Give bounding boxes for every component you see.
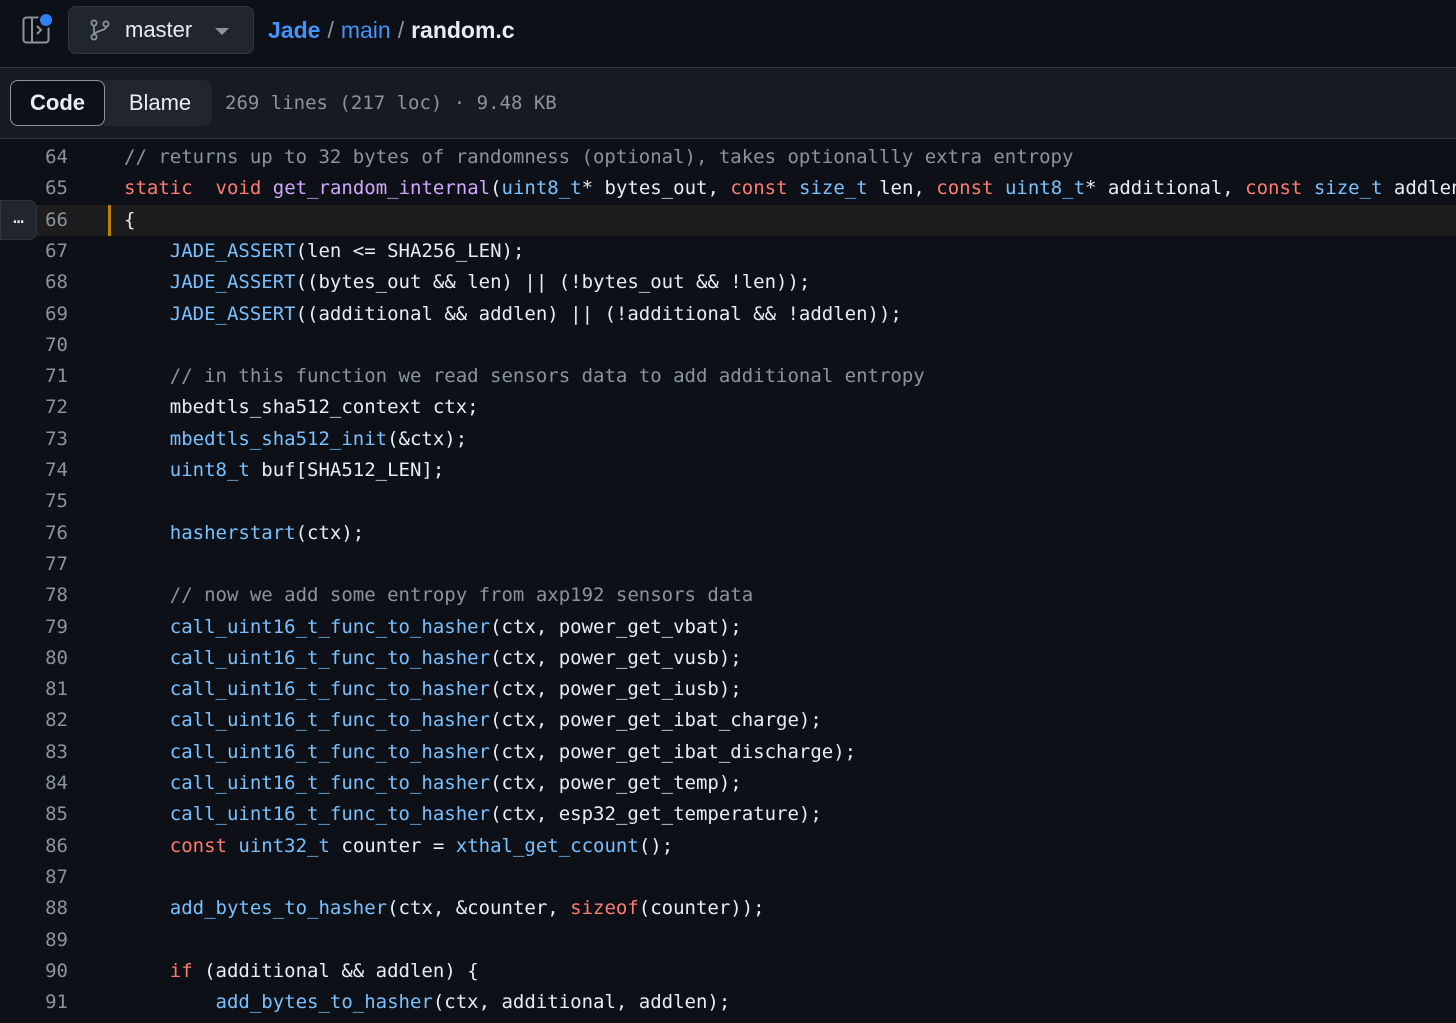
line-source: const uint32_t counter = xthal_get_ccoun…: [169, 834, 674, 857]
line-number[interactable]: 81: [0, 674, 68, 705]
code-line: 82 call_uint16_t_func_to_hasher(ctx, pow…: [0, 705, 1456, 736]
code-line: 90 if (additional && addlen) {: [0, 956, 1456, 987]
line-source: // returns up to 32 bytes of randomness …: [124, 146, 1074, 168]
code-line: 78 // now we add some entropy from axp19…: [0, 580, 1456, 611]
line-source: call_uint16_t_func_to_hasher(ctx, power_…: [169, 772, 742, 794]
line-source: call_uint16_t_func_to_hasher(ctx, power_…: [169, 615, 742, 638]
chevron-down-icon: [215, 28, 229, 35]
line-number[interactable]: 76: [0, 518, 68, 549]
tab-code[interactable]: Code: [10, 80, 105, 126]
line-source: mbedtls_sha512_context ctx;: [124, 396, 479, 419]
breadcrumb-repo-link[interactable]: Jade: [268, 17, 320, 43]
code-line: 76 hasherstart(ctx);: [0, 518, 1456, 549]
code-line: 77: [0, 549, 1456, 580]
code-line: 75: [0, 486, 1456, 517]
line-source: JADE_ASSERT((additional && addlen) || (!…: [169, 302, 902, 325]
code-line: 72 mbedtls_sha512_context ctx;: [0, 392, 1456, 423]
file-toolbar: Code Blame 269 lines (217 loc) · 9.48 KB: [0, 68, 1456, 139]
line-source: // in this function we read sensors data…: [169, 365, 925, 388]
line-source: call_uint16_t_func_to_hasher(ctx, power_…: [169, 740, 857, 763]
line-highlight-marker: [108, 204, 111, 236]
line-source: if (additional && addlen) {: [169, 959, 479, 982]
code-line: 68 JADE_ASSERT((bytes_out && len) || (!b…: [0, 267, 1456, 298]
code-line: 85 call_uint16_t_func_to_hasher(ctx, esp…: [0, 799, 1456, 830]
line-number[interactable]: 86: [0, 831, 68, 862]
line-number[interactable]: 88: [0, 893, 68, 924]
branch-selector-button[interactable]: master: [68, 6, 254, 54]
line-number[interactable]: 78: [0, 580, 68, 611]
line-number[interactable]: 69: [0, 299, 68, 330]
code-line: 84 call_uint16_t_func_to_hasher(ctx, pow…: [0, 768, 1456, 799]
line-source: mbedtls_sha512_init(&ctx);: [169, 427, 468, 450]
line-number[interactable]: 73: [0, 424, 68, 455]
code-line: 86 const uint32_t counter = xthal_get_cc…: [0, 831, 1456, 862]
line-source: add_bytes_to_hasher(ctx, &counter, sizeo…: [169, 897, 765, 920]
breadcrumb-current-file: random.c: [411, 17, 515, 43]
breadcrumb: Jade / main / random.c: [268, 14, 515, 46]
line-source: {: [124, 208, 136, 231]
code-line: 88 add_bytes_to_hasher(ctx, &counter, si…: [0, 893, 1456, 924]
line-number[interactable]: 90: [0, 956, 68, 987]
tab-blame[interactable]: Blame: [110, 80, 210, 126]
line-source: JADE_ASSERT((bytes_out && len) || (!byte…: [169, 271, 811, 294]
line-number[interactable]: 74: [0, 455, 68, 486]
code-line: 91 add_bytes_to_hasher(ctx, additional, …: [0, 987, 1456, 1018]
line-source: call_uint16_t_func_to_hasher(ctx, power_…: [169, 709, 822, 732]
code-line: 66{: [0, 204, 1456, 236]
notification-dot: [38, 12, 54, 28]
file-header: master Jade / main / random.c: [0, 0, 1456, 68]
code-line: 71 // in this function we read sensors d…: [0, 361, 1456, 392]
line-number[interactable]: 80: [0, 643, 68, 674]
code-line: 69 JADE_ASSERT((additional && addlen) ||…: [0, 299, 1456, 330]
file-info: 269 lines (217 loc) · 9.48 KB: [225, 92, 557, 114]
line-source: call_uint16_t_func_to_hasher(ctx, power_…: [169, 646, 742, 669]
code-line: 67 JADE_ASSERT(len <= SHA256_LEN);: [0, 236, 1456, 267]
line-number[interactable]: 67: [0, 236, 68, 267]
panel-toggle-icon[interactable]: [22, 12, 54, 44]
line-number[interactable]: 89: [0, 925, 68, 956]
line-source: static void get_random_internal(uint8_t*…: [124, 177, 1456, 200]
line-number[interactable]: 75: [0, 486, 68, 517]
code-line: 80 call_uint16_t_func_to_hasher(ctx, pow…: [0, 643, 1456, 674]
line-number[interactable]: 82: [0, 705, 68, 736]
line-source: uint8_t buf[SHA512_LEN];: [169, 459, 445, 481]
breadcrumb-folder-link[interactable]: main: [341, 17, 391, 43]
line-source: // now we add some entropy from axp192 s…: [169, 584, 754, 607]
code-line: 74 uint8_t buf[SHA512_LEN];: [0, 455, 1456, 486]
line-source: call_uint16_t_func_to_hasher(ctx, esp32_…: [169, 803, 822, 826]
line-number[interactable]: 84: [0, 768, 68, 799]
breadcrumb-separator: /: [397, 17, 405, 43]
line-number[interactable]: 71: [0, 361, 68, 392]
line-source: hasherstart(ctx);: [169, 521, 365, 544]
line-source: JADE_ASSERT(len <= SHA256_LEN);: [169, 239, 525, 262]
line-options-button[interactable]: …: [0, 200, 37, 240]
code-line: 79 call_uint16_t_func_to_hasher(ctx, pow…: [0, 612, 1456, 643]
line-number[interactable]: 72: [0, 392, 68, 423]
code-line: 70: [0, 330, 1456, 361]
code-line: 64 // returns up to 32 bytes of randomnes…: [0, 142, 1456, 173]
code-line: 89: [0, 925, 1456, 956]
view-toggle: Code Blame: [10, 80, 212, 126]
line-source: add_bytes_to_hasher(ctx, additional, add…: [215, 991, 731, 1014]
branch-name: master: [125, 17, 193, 42]
line-source: call_uint16_t_func_to_hasher(ctx, power_…: [169, 678, 742, 701]
git-branch-icon: [89, 19, 111, 41]
code-line: 87: [0, 862, 1456, 893]
line-number[interactable]: 87: [0, 862, 68, 893]
line-number[interactable]: 68: [0, 267, 68, 298]
line-number[interactable]: 85: [0, 799, 68, 830]
line-number[interactable]: 64: [0, 142, 68, 173]
breadcrumb-separator: /: [327, 17, 334, 43]
line-number[interactable]: 70: [0, 330, 68, 361]
code-line: 83 call_uint16_t_func_to_hasher(ctx, pow…: [0, 737, 1456, 768]
code-view: 64 // returns up to 32 bytes of randomnes…: [0, 141, 1456, 1023]
code-line: 65 static void get_random_internal(uint8_…: [0, 173, 1456, 204]
line-number[interactable]: 91: [0, 987, 68, 1018]
code-line: 73 mbedtls_sha512_init(&ctx);: [0, 424, 1456, 455]
line-number[interactable]: 83: [0, 737, 68, 768]
code-line: 81 call_uint16_t_func_to_hasher(ctx, pow…: [0, 674, 1456, 705]
line-number[interactable]: 79: [0, 612, 68, 643]
line-number[interactable]: 77: [0, 549, 68, 580]
